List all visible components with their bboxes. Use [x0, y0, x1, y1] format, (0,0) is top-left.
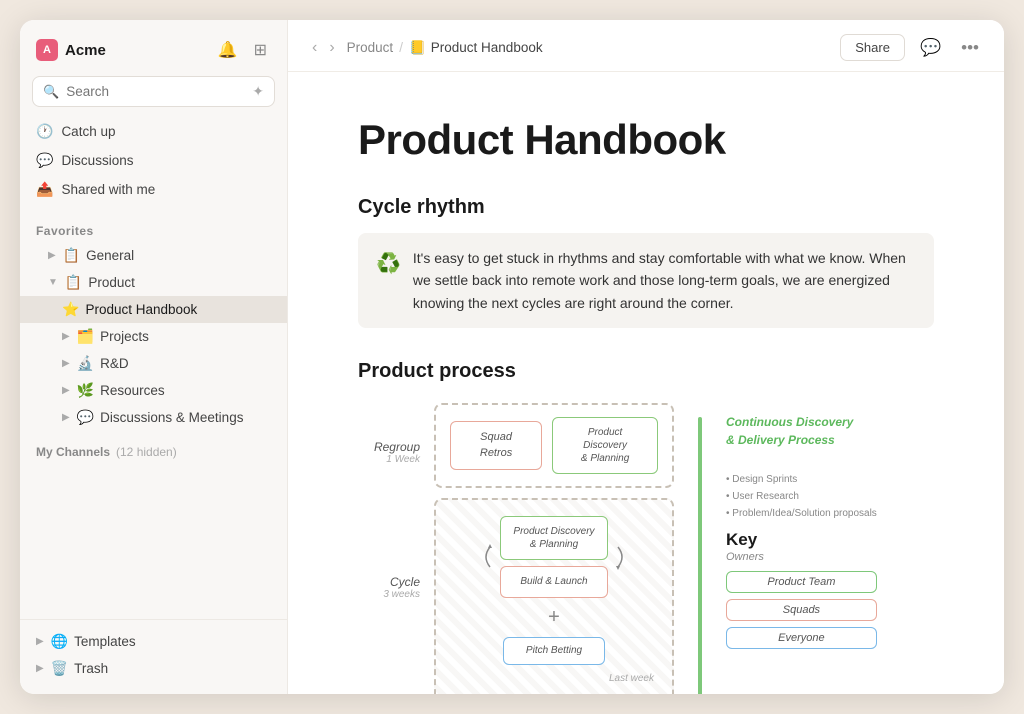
key-product-team: Product Team [726, 571, 877, 593]
breadcrumb: Product / 📒 Product Handbook [347, 40, 833, 56]
comment-icon[interactable]: 💬 [915, 35, 946, 61]
page-title: Product Handbook [358, 116, 934, 164]
callout-box: ♻️ It's easy to get stuck in rhythms and… [358, 233, 934, 328]
general-icon: 📋 [63, 247, 80, 264]
sidebar: A Acme 🔔 ⊞ 🔍 ✦ 🕐 Catch up 💬 Discussions [20, 20, 288, 694]
search-input[interactable] [66, 84, 245, 99]
channels-label: My Channels [36, 445, 110, 459]
arrow-left-icon [478, 542, 494, 572]
star-icon: ⭐ [62, 301, 79, 318]
chevron-right-icon: ▶ [62, 331, 70, 342]
discovery-planning-card-top: Product Discovery& Planning [552, 417, 658, 474]
sidebar-item-discussions-meetings[interactable]: ▶ 💬 Discussions & Meetings [20, 404, 287, 431]
discovery-planning-card: Product Discovery& Planning [500, 516, 607, 560]
breadcrumb-current[interactable]: 📒 Product Handbook [409, 40, 543, 56]
sidebar-header: A Acme 🔔 ⊞ [20, 20, 287, 72]
rnd-icon: 🔬 [77, 355, 94, 372]
shared-icon: 📤 [36, 181, 53, 198]
main-content: ‹ › Product / 📒 Product Handbook Share 💬… [288, 20, 1004, 694]
layout-icon[interactable]: ⊞ [250, 38, 271, 62]
trash-icon: 🗑️ [51, 660, 68, 677]
key-title: Key [726, 530, 877, 550]
notes-list: • Design Sprints • User Research • Probl… [726, 471, 877, 522]
vertical-line [698, 417, 702, 694]
last-week-label: Last week [609, 673, 658, 684]
sidebar-item-templates[interactable]: ▶ 🌐 Templates [20, 628, 287, 655]
continuous-label: Continuous Discovery & Delivery Process [726, 413, 856, 449]
sidebar-item-projects[interactable]: ▶ 🗂️ Projects [20, 323, 287, 350]
callout-text: It's easy to get stuck in rhythms and st… [413, 247, 916, 314]
topbar: ‹ › Product / 📒 Product Handbook Share 💬… [288, 20, 1004, 72]
templates-icon: 🌐 [51, 633, 68, 650]
sidebar-icon-group: 🔔 ⊞ [214, 38, 271, 62]
workspace-name[interactable]: A Acme [36, 39, 106, 61]
process-diagram: Regroup 1 Week Cycle 3 weeks [358, 403, 934, 694]
squad-retros-card: Squad Retros [450, 421, 542, 470]
notification-icon[interactable]: 🔔 [214, 38, 242, 62]
regroup-block: Squad Retros Product Discovery& Planning [434, 403, 674, 488]
product-process-title: Product process [358, 360, 934, 383]
key-everyone: Everyone [726, 627, 877, 649]
chevron-right-icon: ▶ [36, 663, 44, 674]
sidebar-bottom: ▶ 🌐 Templates ▶ 🗑️ Trash [20, 619, 287, 694]
cycle-label: Cycle [390, 575, 420, 589]
pitch-betting-card: Pitch Betting [503, 637, 605, 665]
chevron-down-icon: ▼ [48, 277, 58, 288]
content-area: Product Handbook Cycle rhythm ♻️ It's ea… [288, 72, 1004, 694]
app-window: A Acme 🔔 ⊞ 🔍 ✦ 🕐 Catch up 💬 Discussions [20, 20, 1004, 694]
sidebar-item-product-handbook[interactable]: ⭐ Product Handbook [20, 296, 287, 323]
sidebar-item-resources[interactable]: ▶ 🌿 Resources [20, 377, 287, 404]
process-right: Continuous Discovery & Delivery Process … [726, 403, 877, 655]
cycle-duration: 3 weeks [383, 589, 420, 600]
sidebar-nav: 🕐 Catch up 💬 Discussions 📤 Shared with m… [20, 115, 287, 210]
back-button[interactable]: ‹ [308, 37, 321, 59]
topbar-actions: Share 💬 ••• [840, 34, 984, 61]
favorites-header: Favorites [20, 210, 287, 242]
chevron-right-icon: ▶ [62, 385, 70, 396]
search-ai-icon[interactable]: ✦ [252, 83, 264, 100]
sidebar-item-rnd[interactable]: ▶ 🔬 R&D [20, 350, 287, 377]
projects-icon: 🗂️ [77, 328, 94, 345]
plus-icon: + [548, 606, 560, 629]
key-section: • Design Sprints • User Research • Probl… [726, 471, 877, 655]
cycle-rhythm-title: Cycle rhythm [358, 196, 934, 219]
discussions-icon: 💬 [36, 152, 53, 169]
more-options-icon[interactable]: ••• [956, 35, 984, 61]
sidebar-item-trash[interactable]: ▶ 🗑️ Trash [20, 655, 287, 682]
callout-icon: ♻️ [376, 248, 401, 280]
search-bar[interactable]: 🔍 ✦ [32, 76, 275, 107]
sidebar-item-shared[interactable]: 📤 Shared with me [20, 175, 287, 204]
chevron-right-icon: ▶ [62, 412, 70, 423]
sidebar-item-discussions[interactable]: 💬 Discussions [20, 146, 287, 175]
chevron-right-icon: ▶ [48, 250, 56, 261]
resources-icon: 🌿 [77, 382, 94, 399]
cycle-block: Product Discovery& Planning Build & Laun… [434, 498, 674, 694]
forward-button[interactable]: › [325, 37, 338, 59]
channels-hidden: (12 hidden) [116, 445, 177, 459]
nav-arrows: ‹ › [308, 37, 339, 59]
sidebar-item-general[interactable]: ▶ 📋 General [20, 242, 287, 269]
key-squads: Squads [726, 599, 877, 621]
disc-meetings-icon: 💬 [77, 409, 94, 426]
chevron-right-icon: ▶ [62, 358, 70, 369]
workspace-icon: A [36, 39, 58, 61]
key-owners-label: Owners [726, 551, 877, 563]
breadcrumb-icon: 📒 [409, 40, 426, 56]
catchup-icon: 🕐 [36, 123, 53, 140]
share-button[interactable]: Share [840, 34, 905, 61]
regroup-label: Regroup [374, 440, 420, 454]
search-icon: 🔍 [43, 84, 59, 100]
product-icon: 📋 [65, 274, 82, 291]
sidebar-item-catchup[interactable]: 🕐 Catch up [20, 117, 287, 146]
arrow-right-icon [614, 542, 630, 572]
breadcrumb-parent[interactable]: Product [347, 40, 394, 55]
regroup-cards: Squad Retros Product Discovery& Planning [450, 417, 658, 474]
build-launch-card: Build & Launch [500, 566, 607, 598]
regroup-duration: 1 Week [386, 454, 420, 465]
breadcrumb-separator: / [399, 40, 403, 55]
sidebar-item-product[interactable]: ▼ 📋 Product [20, 269, 287, 296]
chevron-right-icon: ▶ [36, 636, 44, 647]
